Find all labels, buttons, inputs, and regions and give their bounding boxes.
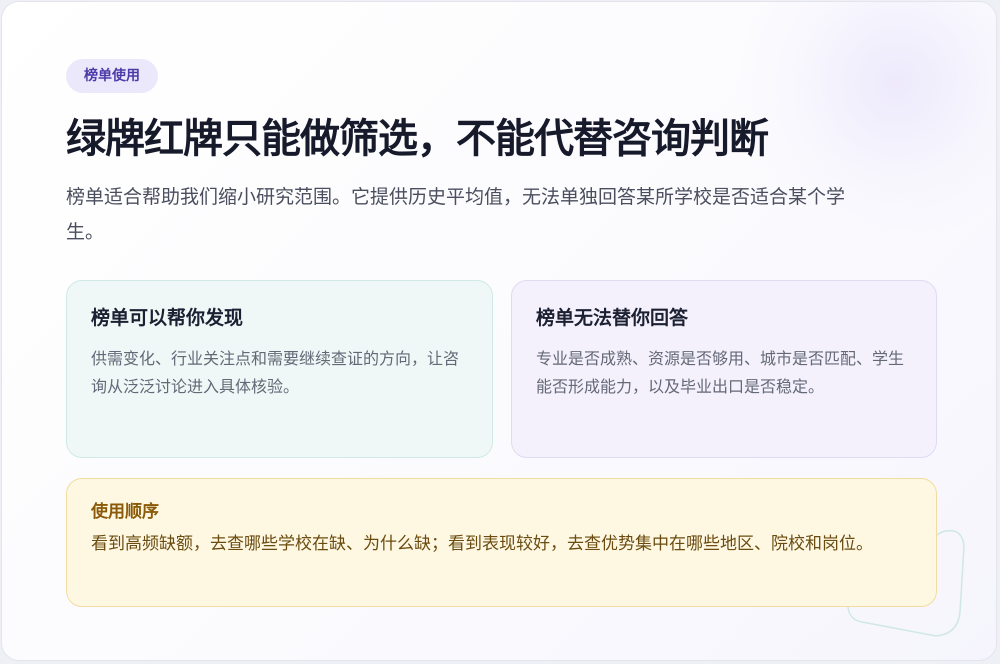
panel-usage-order-body: 看到高频缺额，去查哪些学校在缺、为什么缺；看到表现较好，去查优势集中在哪些地区、… bbox=[91, 534, 873, 554]
panel-cannot-answer-heading: 榜单无法替你回答 bbox=[536, 307, 689, 329]
page-title: 绿牌红牌只能做筛选，不能代替咨询判断 bbox=[66, 116, 769, 162]
panel-can-discover-heading: 榜单可以帮你发现 bbox=[91, 307, 244, 329]
panel-can-discover: 榜单可以帮你发现 供需变化、行业关注点和需要继续查证的方向，让咨询从泛泛讨论进入… bbox=[66, 280, 493, 458]
panel-cannot-answer: 榜单无法替你回答 专业是否成熟、资源是否够用、城市是否匹配、学生能否形成能力，以… bbox=[511, 280, 937, 458]
panel-cannot-answer-body: 专业是否成熟、资源是否够用、城市是否匹配、学生能否形成能力，以及毕业出口是否稳定… bbox=[536, 349, 905, 396]
panel-can-discover-body: 供需变化、行业关注点和需要继续查证的方向，让咨询从泛泛讨论进入具体核验。 bbox=[91, 349, 460, 396]
content-card: 榜单使用 绿牌红牌只能做筛选，不能代替咨询判断 榜单适合帮助我们缩小研究范围。它… bbox=[1, 1, 997, 661]
panel-usage-order: 使用顺序 看到高频缺额，去查哪些学校在缺、为什么缺；看到表现较好，去查优势集中在… bbox=[66, 478, 937, 607]
page-subtitle: 榜单适合帮助我们缩小研究范围。它提供历史平均值，无法单独回答某所学校是否适合某个… bbox=[66, 186, 846, 243]
panel-usage-order-heading: 使用顺序 bbox=[91, 502, 159, 522]
section-tag: 榜单使用 bbox=[66, 59, 158, 93]
